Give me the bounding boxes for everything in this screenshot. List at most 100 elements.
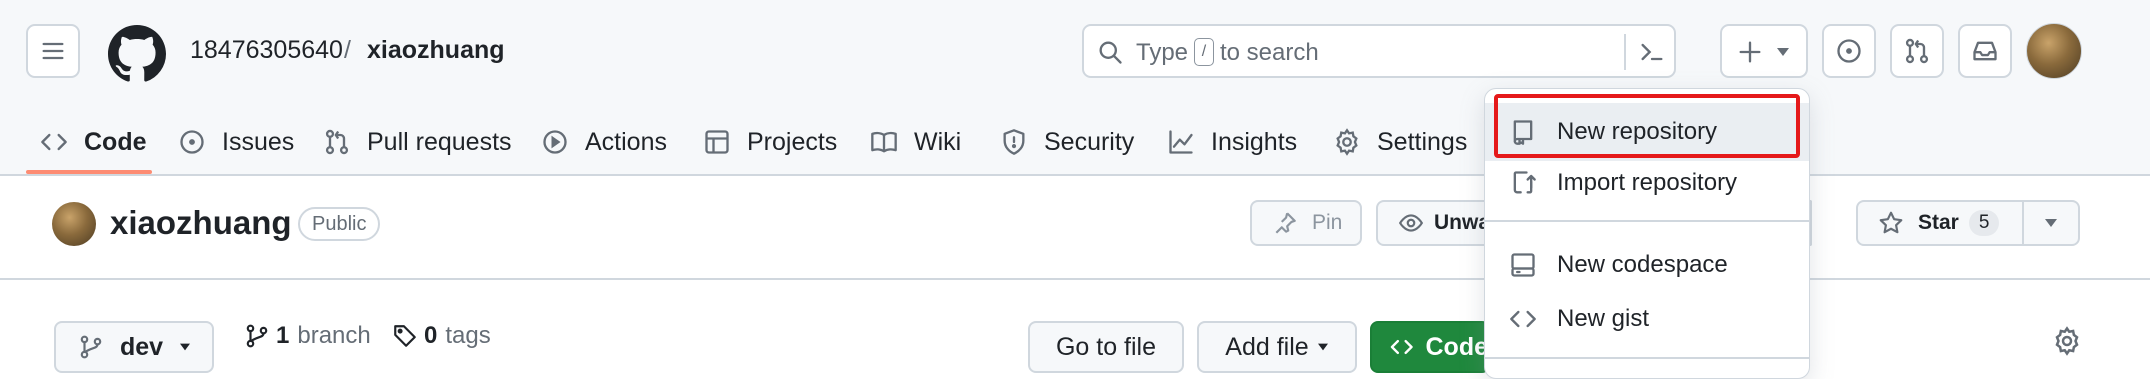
tag-icon bbox=[394, 325, 416, 347]
caret-down-icon bbox=[1777, 48, 1789, 56]
shield-icon bbox=[1003, 129, 1025, 155]
star-button[interactable]: Star 5 bbox=[1856, 200, 2024, 246]
book-icon bbox=[871, 131, 897, 153]
menu-item-new-gist[interactable]: New gist bbox=[1485, 293, 1809, 345]
menu-icon bbox=[42, 42, 64, 60]
tab-actions-label: Actions bbox=[585, 127, 667, 156]
graph-icon bbox=[1169, 130, 1193, 154]
eye-icon bbox=[1398, 214, 1424, 232]
create-new-button[interactable] bbox=[1720, 24, 1808, 78]
tab-settings[interactable]: Settings bbox=[1333, 110, 1467, 174]
caret-down-icon bbox=[2045, 219, 2057, 227]
tab-settings-label: Settings bbox=[1377, 127, 1468, 156]
github-logo-icon[interactable] bbox=[108, 25, 166, 83]
repo-push-icon bbox=[1513, 171, 1536, 194]
repo-owner-avatar[interactable] bbox=[52, 202, 96, 246]
code-button[interactable]: Code bbox=[1370, 321, 1490, 373]
menu-divider bbox=[1485, 357, 1809, 359]
watch-label: Unwa bbox=[1434, 211, 1491, 234]
go-to-file-button[interactable]: Go to file bbox=[1028, 321, 1184, 373]
tab-insights[interactable]: Insights bbox=[1167, 110, 1297, 174]
star-icon bbox=[1879, 211, 1903, 234]
tag-word: tags bbox=[445, 322, 491, 349]
tab-wiki[interactable]: Wiki bbox=[870, 110, 961, 174]
code-icon bbox=[1510, 310, 1536, 328]
inbox-icon bbox=[1973, 41, 1997, 61]
menu-item-label: New codespace bbox=[1557, 251, 1728, 278]
inbox-button[interactable] bbox=[1958, 24, 2012, 78]
pin-icon bbox=[1275, 212, 1296, 234]
active-tab-indicator bbox=[26, 170, 152, 174]
issue-icon bbox=[180, 130, 204, 154]
menu-item-label: Import repository bbox=[1557, 169, 1738, 196]
repo-title-row: xiaozhuang Public bbox=[0, 176, 2150, 280]
branch-word: branch bbox=[297, 322, 371, 349]
user-avatar[interactable] bbox=[2026, 23, 2082, 79]
tab-code[interactable]: Code bbox=[40, 110, 147, 174]
tab-code-label: Code bbox=[84, 127, 147, 156]
command-palette-icon[interactable] bbox=[1638, 38, 1666, 66]
branches-link[interactable]: 1 branch bbox=[244, 322, 371, 350]
menu-item-import-repository[interactable]: Import repository bbox=[1485, 157, 1809, 209]
tags-link[interactable]: 0 tags bbox=[392, 322, 491, 350]
code-icon bbox=[1390, 339, 1413, 355]
branch-icon bbox=[80, 335, 102, 359]
gear-icon bbox=[1336, 128, 1358, 156]
tag-count: 0 bbox=[424, 322, 438, 349]
go-to-file-label: Go to file bbox=[1055, 332, 1157, 361]
tab-projects[interactable]: Projects bbox=[703, 110, 837, 174]
search-icon bbox=[1099, 41, 1122, 64]
menu-item-new-codespace[interactable]: New codespace bbox=[1485, 239, 1809, 291]
menu-item-label: New gist bbox=[1557, 305, 1650, 332]
plus-icon bbox=[1739, 41, 1761, 63]
pull-request-icon bbox=[325, 129, 349, 155]
tab-issues-label: Issues bbox=[222, 127, 295, 156]
search-divider bbox=[1624, 34, 1626, 70]
caret-down-icon bbox=[180, 343, 191, 351]
star-list-dropdown[interactable] bbox=[2022, 200, 2080, 246]
issue-icon bbox=[1837, 39, 1861, 63]
breadcrumb-owner[interactable]: 18476305640 bbox=[190, 36, 343, 65]
branch-selector[interactable]: dev bbox=[54, 321, 214, 373]
search-placeholder-prefix: Type bbox=[1136, 39, 1189, 66]
tab-security-label: Security bbox=[1044, 127, 1135, 156]
menu-divider bbox=[1485, 220, 1809, 222]
search-input[interactable]: Type / to search bbox=[1082, 24, 1676, 78]
code-icon bbox=[41, 133, 67, 151]
branch-icon bbox=[246, 324, 268, 348]
tab-pull-requests-label: Pull requests bbox=[367, 127, 512, 156]
breadcrumb-repo[interactable]: xiaozhuang bbox=[367, 36, 505, 65]
gear-icon[interactable] bbox=[2052, 326, 2082, 356]
search-shortcut-key: / bbox=[1194, 38, 1214, 66]
breadcrumb-separator: / bbox=[344, 36, 351, 64]
add-file-button[interactable]: Add file bbox=[1197, 321, 1357, 373]
pin-button[interactable]: Pin bbox=[1250, 200, 1362, 246]
star-label: Star bbox=[1918, 211, 1959, 234]
play-icon bbox=[543, 130, 567, 154]
pin-label: Pin bbox=[1312, 211, 1343, 234]
tab-wiki-label: Wiki bbox=[914, 127, 962, 156]
branch-count: 1 bbox=[276, 322, 290, 349]
pull-request-icon bbox=[1905, 38, 1929, 64]
tab-actions[interactable]: Actions bbox=[541, 110, 667, 174]
highlight-box bbox=[1494, 94, 1800, 158]
hamburger-menu-button[interactable] bbox=[26, 24, 80, 78]
tab-insights-label: Insights bbox=[1211, 127, 1298, 156]
visibility-badge: Public bbox=[298, 207, 381, 241]
tab-projects-label: Projects bbox=[747, 127, 838, 156]
pull-requests-button[interactable] bbox=[1890, 24, 1944, 78]
search-placeholder-suffix: to search bbox=[1220, 39, 1319, 66]
branch-name: dev bbox=[120, 332, 164, 361]
issues-button[interactable] bbox=[1822, 24, 1876, 78]
codespace-icon bbox=[1511, 253, 1535, 277]
tab-security[interactable]: Security bbox=[1000, 110, 1134, 174]
fork-button-edge[interactable] bbox=[1810, 200, 1812, 246]
table-icon bbox=[705, 130, 729, 154]
star-count: 5 bbox=[1968, 210, 2000, 236]
repo-name[interactable]: xiaozhuang bbox=[110, 204, 292, 242]
caret-down-icon bbox=[1317, 343, 1328, 351]
code-label: Code bbox=[1425, 332, 1489, 361]
add-file-label: Add file bbox=[1225, 332, 1309, 361]
tab-issues[interactable]: Issues bbox=[178, 110, 294, 174]
tab-pull-requests[interactable]: Pull requests bbox=[323, 110, 512, 174]
